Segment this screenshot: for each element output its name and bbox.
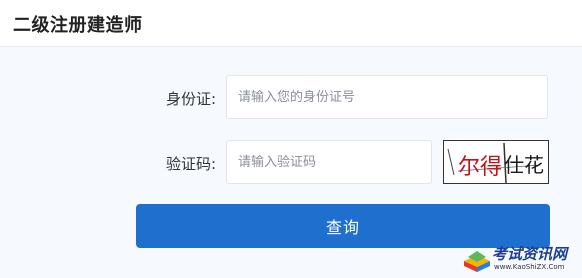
captcha-image[interactable]: 尔得 仕花 — [443, 140, 549, 184]
captcha-text-dark: 仕花 — [504, 153, 544, 177]
captcha-label: 验证码: — [165, 155, 216, 173]
page-header: 二级注册建造师 — [0, 0, 582, 47]
book-logo-icon — [464, 251, 490, 272]
captcha-input[interactable] — [226, 140, 432, 184]
captcha-text-red: 尔得 — [458, 155, 502, 180]
captcha-graphic: 尔得 仕花 — [447, 142, 544, 183]
watermark-name: 考试资讯网 — [492, 245, 568, 263]
site-watermark: 考试资讯网 www.KaoShiZX.Com — [462, 243, 580, 277]
id-number-input[interactable] — [226, 75, 548, 119]
id-number-label: 身份证: — [165, 90, 216, 108]
captcha-noise-line — [447, 148, 455, 176]
watermark-url: www.KaoShiZX.Com — [494, 263, 565, 271]
submit-query-button[interactable]: 查询 — [136, 204, 550, 248]
page-title: 二级注册建造师 — [13, 15, 143, 36]
